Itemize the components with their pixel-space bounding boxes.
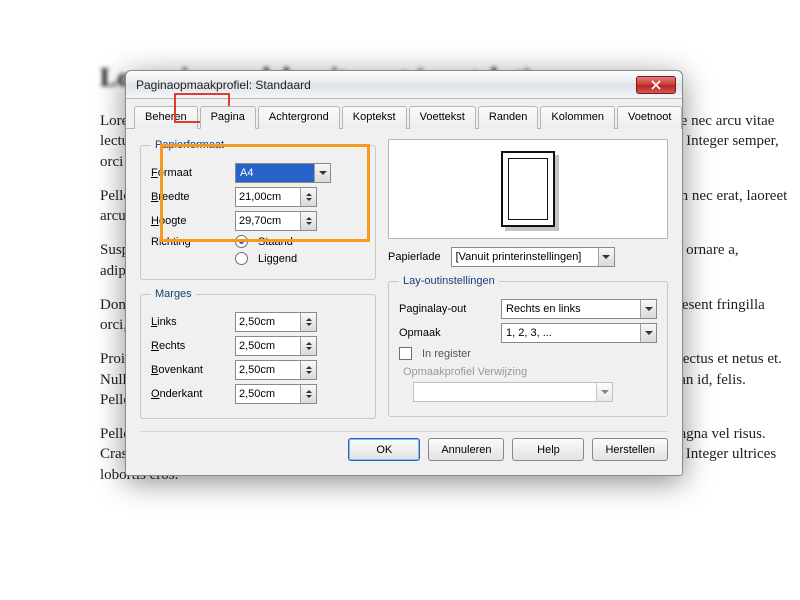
tab-beheren[interactable]: Beheren (134, 106, 198, 129)
margin-top-spin[interactable] (235, 360, 317, 380)
pagelayout-select[interactable]: Rechts en links (501, 299, 657, 319)
right-col: Papierlade [Vanuit printerinstellingen] … (388, 139, 668, 427)
chevron-down-icon (598, 248, 614, 266)
cancel-button[interactable]: Annuleren (428, 438, 504, 461)
page-preview-icon (501, 151, 555, 227)
spinner-arrows[interactable] (300, 188, 316, 206)
width-label: Breedte (151, 191, 229, 203)
margin-left-label: Links (151, 316, 229, 328)
pagelayout-value: Rechts en links (502, 303, 640, 315)
radio-portrait[interactable] (235, 235, 248, 248)
tab-voettekst[interactable]: Voettekst (409, 106, 476, 129)
left-col: Papierformaat FFormaatormaat A4 Breedte (140, 139, 376, 427)
help-button[interactable]: Help (512, 438, 584, 461)
radio-portrait-label: Staand (258, 236, 293, 248)
close-button[interactable] (636, 76, 676, 94)
paper-tray-value: [Vanuit printerinstellingen] (452, 251, 598, 263)
tab-strip: Beheren Pagina Achtergrond Koptekst Voet… (126, 99, 682, 129)
paper-tray-select[interactable]: [Vanuit printerinstellingen] (451, 247, 615, 267)
close-icon (651, 80, 661, 90)
register-checkbox[interactable] (399, 347, 412, 360)
orientation-label: Richting (151, 236, 229, 248)
pagelayout-label: Paginalay-out (399, 303, 495, 315)
spinner-arrows[interactable] (300, 361, 316, 379)
height-label: Hoogte (151, 215, 229, 227)
margin-left-input[interactable] (236, 316, 294, 328)
format-label: FFormaatormaat (151, 167, 229, 179)
refstyle-label: Opmaakprofiel Verwijzing (403, 366, 657, 378)
dialog-title: Paginaopmaakprofiel: Standaard (136, 78, 636, 92)
refstyle-select (413, 382, 613, 402)
chevron-down-icon (640, 300, 656, 318)
height-spin[interactable] (235, 211, 317, 231)
tab-randen[interactable]: Randen (478, 106, 539, 129)
width-spin[interactable] (235, 187, 317, 207)
page-preview (388, 139, 668, 239)
ok-button[interactable]: OK (348, 438, 420, 461)
register-label: In register (422, 348, 471, 360)
format-combo[interactable]: A4 (235, 163, 331, 183)
radio-landscape[interactable] (235, 252, 248, 265)
margin-bottom-input[interactable] (236, 388, 294, 400)
margin-right-input[interactable] (236, 340, 294, 352)
layout-format-value: 1, 2, 3, ... (502, 327, 640, 339)
spinner-arrows[interactable] (300, 337, 316, 355)
spinner-arrows[interactable] (300, 313, 316, 331)
chevron-down-icon (314, 164, 330, 182)
margin-right-spin[interactable] (235, 336, 317, 356)
layout-legend: Lay-outinstellingen (399, 275, 499, 287)
reset-button[interactable]: Herstellen (592, 438, 668, 461)
chevron-down-icon (640, 324, 656, 342)
layout-format-label: Opmaak (399, 327, 495, 339)
titlebar[interactable]: Paginaopmaakprofiel: Standaard (126, 71, 682, 99)
spinner-arrows[interactable] (300, 385, 316, 403)
margin-top-label: Bovenkant (151, 364, 229, 376)
tab-voetnoot[interactable]: Voetnoot (617, 106, 682, 129)
button-row: OK Annuleren Help Herstellen (140, 431, 668, 461)
format-value: A4 (236, 167, 257, 179)
tab-pagina[interactable]: Pagina (200, 106, 256, 129)
layout-format-select[interactable]: 1, 2, 3, ... (501, 323, 657, 343)
margin-bottom-label: Onderkant (151, 388, 229, 400)
margin-right-label: Rechts (151, 340, 229, 352)
tab-koptekst[interactable]: Koptekst (342, 106, 407, 129)
tab-kolommen[interactable]: Kolommen (540, 106, 615, 129)
chevron-down-icon (596, 383, 612, 401)
paper-format-legend: Papierformaat (151, 139, 228, 151)
margin-bottom-spin[interactable] (235, 384, 317, 404)
margins-group: Marges Links Rechts Bovenkant (140, 288, 376, 419)
paper-tray-label: Papierlade (388, 251, 441, 263)
margin-left-spin[interactable] (235, 312, 317, 332)
paper-format-group: Papierformaat FFormaatormaat A4 Breedte (140, 139, 376, 280)
height-input[interactable] (236, 215, 294, 227)
spinner-arrows[interactable] (300, 212, 316, 230)
width-input[interactable] (236, 191, 294, 203)
page-style-dialog: Paginaopmaakprofiel: Standaard Beheren P… (125, 70, 683, 476)
radio-landscape-label: Liggend (258, 253, 297, 265)
margins-legend: Marges (151, 288, 196, 300)
layout-group: Lay-outinstellingen Paginalay-out Rechts… (388, 275, 668, 417)
tab-achtergrond[interactable]: Achtergrond (258, 106, 340, 129)
margin-top-input[interactable] (236, 364, 294, 376)
